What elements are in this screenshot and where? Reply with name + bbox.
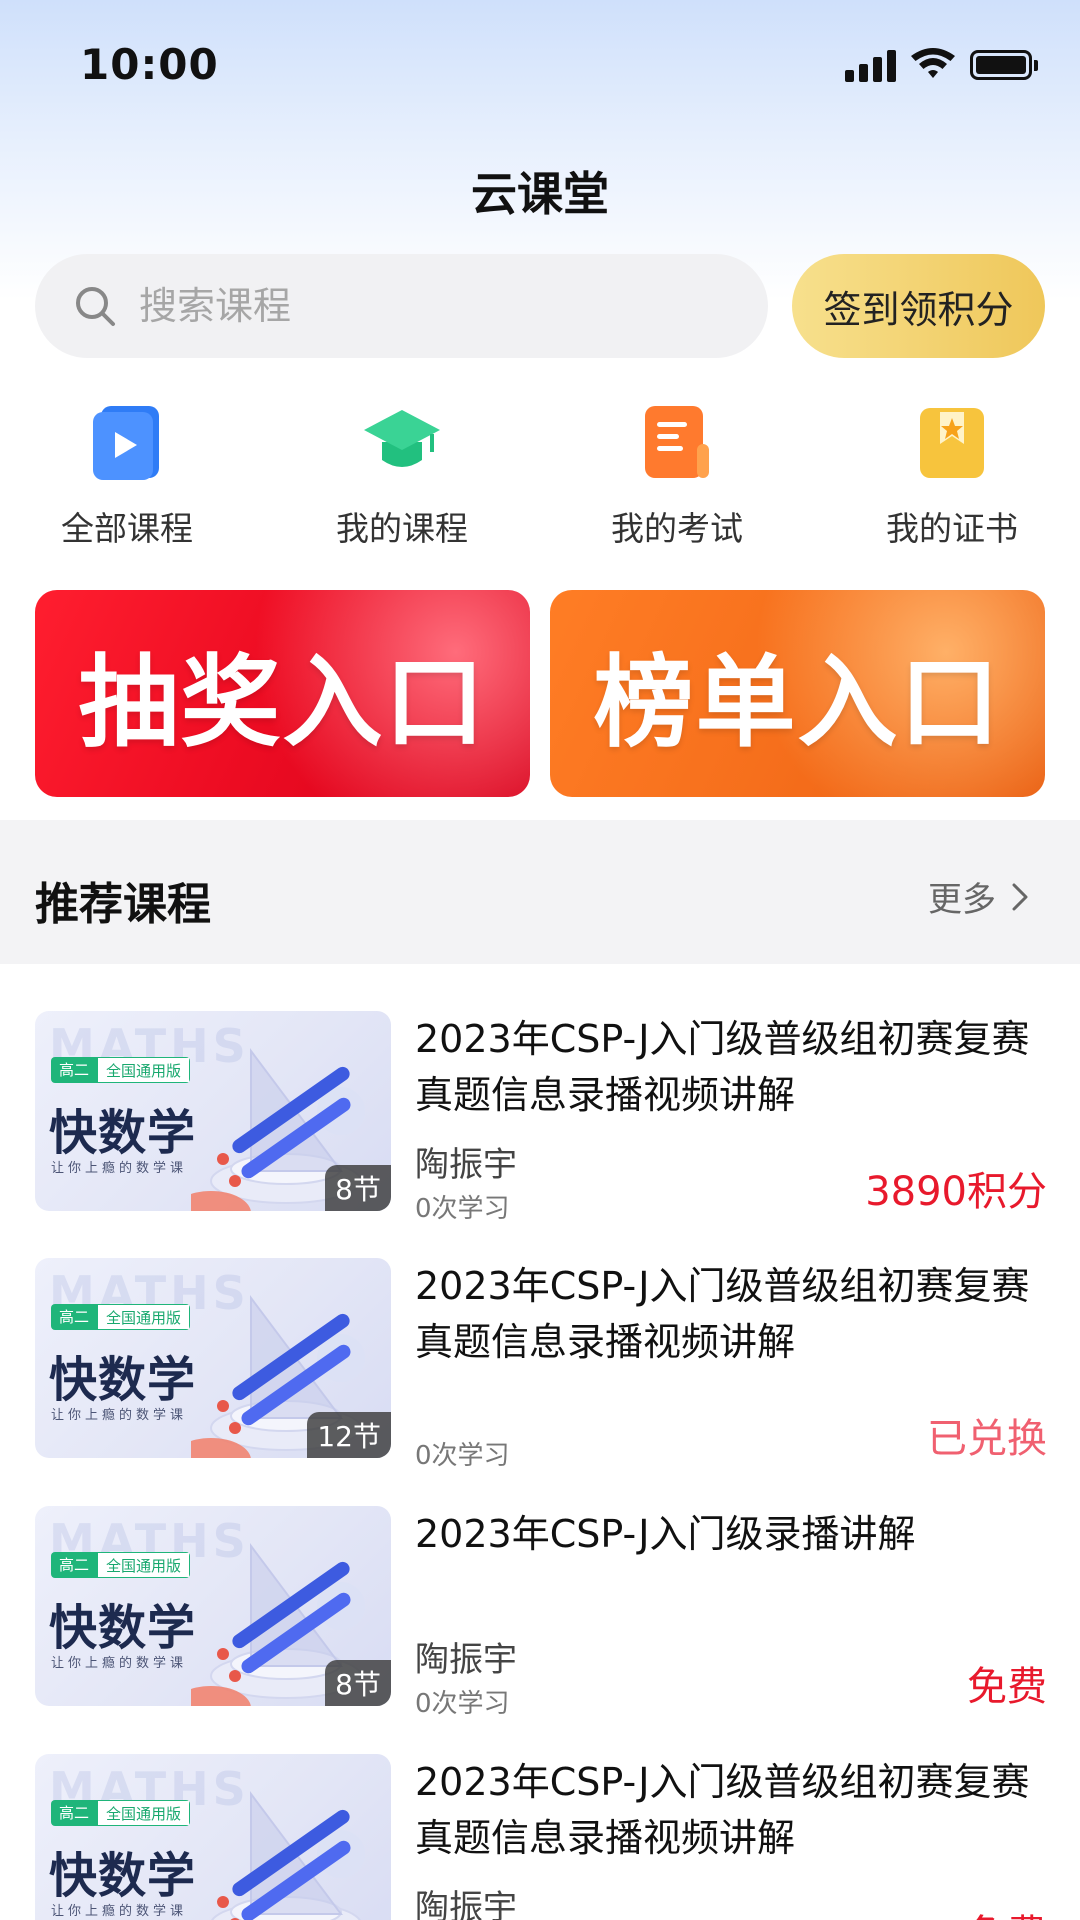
course-item[interactable]: MATHS 高二 全国通用版 快数学 让你上瘾的数学课 [0, 1754, 1080, 1920]
cellular-signal-icon [845, 48, 896, 82]
section-title: 推荐课程 [35, 879, 211, 930]
recommended-section-header: 推荐课程 更多 [0, 820, 1080, 964]
course-item[interactable]: MATHS 高二 全国通用版 快数学 让你上瘾的数学课 [0, 1506, 1080, 1719]
course-teacher: 陶振宇 [415, 1145, 517, 1185]
course-title: 2023年CSP-J入门级录播讲解 [415, 1512, 916, 1556]
ruler-pencil-illustration-icon [211, 1791, 365, 1920]
battery-icon [970, 50, 1038, 80]
entry-label: 全部课程 [61, 509, 193, 548]
edition-tag-label: 全国通用版 [97, 1304, 191, 1330]
quick-entries: 全部课程 我的课程 我的考试 我的证书 [0, 400, 1080, 550]
entry-my-certificates[interactable]: 我的证书 [852, 400, 1052, 550]
thumbnail-slogan: 让你上瘾的数学课 [51, 1408, 188, 1423]
entry-label: 我的课程 [336, 509, 468, 548]
thumbnail-brand: 快数学 [49, 1105, 197, 1161]
entry-my-exams[interactable]: 我的考试 [577, 400, 777, 550]
edition-tag-label: 全国通用版 [97, 1800, 191, 1826]
grade-tag: 高二 全国通用版 [51, 1304, 191, 1330]
edition-tag-label: 全国通用版 [97, 1057, 191, 1083]
grade-tag-label: 高二 [51, 1800, 98, 1826]
search-input[interactable] [139, 284, 699, 328]
grade-tag: 高二 全国通用版 [51, 1800, 191, 1826]
status-bar: 10:00 [0, 0, 1080, 130]
thumbnail-brand: 快数学 [49, 1600, 197, 1656]
grade-tag-label: 高二 [51, 1304, 98, 1330]
course-study-count: 0次学习 [415, 1689, 510, 1719]
course-price: 已兑换 [927, 1416, 1047, 1462]
course-thumbnail: MATHS 高二 全国通用版 快数学 让你上瘾的数学课 [35, 1754, 391, 1920]
banner-label: 抽奖入口 [78, 644, 487, 761]
course-study-count: 0次学习 [415, 1441, 510, 1471]
course-title: 2023年CSP-J入门级普级组初赛复赛真题信息录播视频讲解 [415, 1017, 1030, 1117]
lesson-count-badge: 8节 [325, 1165, 391, 1211]
chevron-right-icon [1012, 883, 1028, 910]
course-study-count: 0次学习 [415, 1194, 510, 1224]
more-label: 更多 [928, 880, 996, 920]
grade-tag: 高二 全国通用版 [51, 1552, 191, 1578]
course-thumbnail: MATHS 高二 全国通用版 快数学 让你上瘾的数学课 [35, 1506, 391, 1706]
grade-tag-label: 高二 [51, 1057, 98, 1083]
course-title: 2023年CSP-J入门级普级组初赛复赛真题信息录播视频讲解 [415, 1264, 1030, 1364]
search-icon [76, 287, 115, 326]
entry-all-courses[interactable]: 全部课程 [27, 400, 227, 550]
lesson-count-badge: 12节 [307, 1412, 391, 1458]
lesson-count-badge: 8节 [325, 1660, 391, 1706]
edition-tag-label: 全国通用版 [97, 1552, 191, 1578]
entry-label: 我的考试 [611, 509, 743, 548]
thumbnail-brand: 快数学 [49, 1352, 197, 1408]
course-item[interactable]: MATHS 高二 全国通用版 快数学 让你上瘾的数学课 [0, 1258, 1080, 1471]
wifi-icon [911, 48, 955, 78]
course-price: 免费 [967, 1902, 1047, 1920]
thumbnail-slogan: 让你上瘾的数学课 [51, 1904, 188, 1919]
more-link[interactable]: 更多 [928, 872, 1030, 921]
course-teacher: 陶振宇 [415, 1640, 517, 1680]
course-teacher: 陶振宇 [415, 1888, 517, 1920]
banner-label: 榜单入口 [593, 644, 1002, 761]
exam-paper-icon [645, 406, 709, 478]
graduation-cap-icon [364, 410, 440, 467]
course-thumbnail: MATHS 高二 全国通用版 快数学 让你上瘾的数学课 [35, 1258, 391, 1458]
course-thumbnail: MATHS 高二 全国通用版 快数学 让你上瘾的数学课 [35, 1011, 391, 1211]
grade-tag-label: 高二 [51, 1552, 98, 1578]
status-icons [845, 48, 1038, 82]
play-book-icon [93, 406, 159, 480]
search-box[interactable] [35, 254, 768, 358]
checkin-points-button[interactable]: 签到领积分 [792, 254, 1045, 358]
course-price: 免费 [967, 1664, 1047, 1710]
thumbnail-slogan: 让你上瘾的数学课 [51, 1656, 188, 1671]
ranking-banner[interactable]: 榜单入口 [550, 590, 1045, 797]
lottery-banner[interactable]: 抽奖入口 [35, 590, 530, 797]
course-price: 3890积分 [865, 1169, 1047, 1215]
entry-label: 我的证书 [886, 509, 1018, 548]
certificate-star-icon [920, 408, 984, 478]
course-item[interactable]: MATHS 高二 全国通用版 快数学 让你上瘾的数学课 [0, 1011, 1080, 1224]
thumbnail-slogan: 让你上瘾的数学课 [51, 1161, 188, 1176]
page-title: 云课堂 [471, 167, 609, 221]
thumbnail-brand: 快数学 [49, 1848, 197, 1904]
course-title: 2023年CSP-J入门级普级组初赛复赛真题信息录播视频讲解 [415, 1760, 1030, 1860]
grade-tag: 高二 全国通用版 [51, 1057, 191, 1083]
status-time: 10:00 [80, 40, 219, 89]
entry-my-courses[interactable]: 我的课程 [302, 400, 502, 550]
